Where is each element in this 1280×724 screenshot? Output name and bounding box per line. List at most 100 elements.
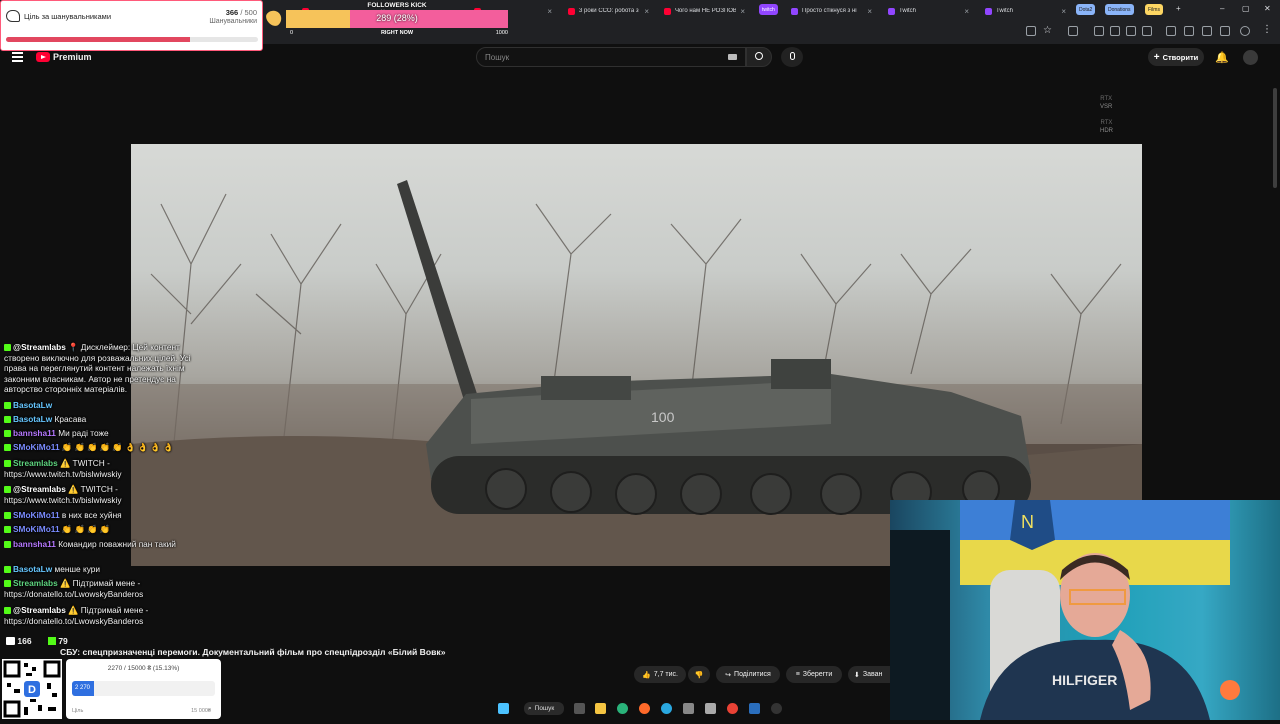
vehicle-number: 100 [651, 409, 675, 425]
chat-nick[interactable]: @Streamlabs [13, 484, 66, 494]
file-explorer-icon[interactable] [595, 703, 606, 714]
bookmark-star-icon[interactable]: ☆ [1043, 25, 1052, 36]
taskbar-search[interactable]: ⌕ Пошук [524, 702, 564, 715]
bookmark-donations[interactable]: Donations [1105, 4, 1134, 15]
share-icon: ↪ [725, 671, 732, 679]
youtube-play-icon [36, 52, 50, 62]
chat-nick[interactable]: SMoKiMo11 [13, 524, 60, 534]
search-button[interactable] [746, 47, 772, 67]
steam-icon[interactable] [749, 703, 760, 714]
share-button[interactable]: ↪ Поділитися [716, 666, 780, 683]
extension-icon[interactable] [1126, 26, 1136, 36]
start-menu-icon[interactable] [498, 703, 509, 714]
donation-panel: 2270 / 15000 ₴ (15.13%) 2 270 Ціль 15 00… [66, 659, 221, 719]
app-icon[interactable] [683, 703, 694, 714]
tab-close-icon[interactable]: × [1061, 7, 1066, 16]
maximize-icon[interactable]: ▢ [1242, 4, 1250, 13]
chrome-icon[interactable] [727, 703, 738, 714]
qr-code-image: D [3, 660, 61, 718]
like-button[interactable]: 👍 7,7 тис. [634, 666, 686, 683]
tab-close-icon[interactable]: × [644, 7, 649, 16]
chat-nick[interactable]: @Streamlabs [13, 605, 66, 615]
minimize-icon[interactable]: – [1220, 4, 1224, 13]
notifications-bell-icon[interactable]: 🔔 [1215, 51, 1229, 64]
logo-premium-text: Premium [53, 52, 92, 62]
save-button[interactable]: ≡ Зберегти [786, 666, 842, 683]
chat-nick[interactable]: SMoKiMo11 [13, 442, 60, 452]
close-window-icon[interactable]: ✕ [1264, 4, 1271, 13]
extension-icon[interactable] [1068, 26, 1078, 36]
chat-nick[interactable]: BasotaLw [13, 400, 52, 410]
tab-close-icon[interactable]: × [867, 7, 872, 16]
bookmark-films[interactable]: Films [1145, 4, 1163, 15]
chat-message: BasotaLw менше кури [4, 564, 214, 575]
create-label: Створити [1162, 52, 1199, 62]
bookmark-dota[interactable]: Dota2 [1076, 4, 1096, 15]
download-icon: ⬇ [854, 671, 860, 679]
firefox-icon[interactable] [639, 703, 650, 714]
search-input[interactable]: Пошук [476, 47, 746, 67]
chat-nick[interactable]: bannsha11 [13, 428, 56, 438]
followers-title: FOLLOWERS KICK [367, 2, 427, 9]
chat-message: SMoKiMo11 👏 👏 👏 👏 👏 👌 👌 👌 👌 [4, 442, 214, 453]
voice-search-button[interactable] [781, 47, 803, 67]
extension-icon[interactable] [1202, 26, 1212, 36]
tab-close-icon[interactable]: × [964, 7, 969, 16]
kick-badge-icon [4, 512, 11, 520]
browser-tab[interactable]: Чого нам НЕ РОЗПОВ × [658, 3, 751, 19]
goal-sublabel: Шанувальники [209, 18, 257, 25]
keyboard-icon[interactable] [728, 54, 737, 60]
kick-badge-icon [4, 460, 11, 468]
extension-icon[interactable] [1166, 26, 1176, 36]
tab-close-icon[interactable]: × [547, 7, 552, 16]
youtube-logo[interactable]: Premium [36, 52, 92, 62]
browser-tab[interactable]: 3 роки ССО: робота з × [562, 3, 655, 19]
tab-title: Просто стікнуся з ні [802, 8, 857, 14]
chat-nick[interactable]: Streamlabs [13, 458, 58, 468]
obs-icon[interactable] [771, 703, 782, 714]
viewer-count-left: 166 [17, 636, 32, 646]
extension-icon[interactable] [1110, 26, 1120, 36]
telegram-icon[interactable] [661, 703, 672, 714]
tab-close-icon[interactable]: × [740, 7, 745, 16]
edge-browser-icon[interactable] [617, 703, 628, 714]
chat-nick[interactable]: @Streamlabs [13, 342, 66, 352]
app-icon[interactable] [705, 703, 716, 714]
profile-avatar-icon[interactable] [1240, 26, 1250, 36]
chat-text: Ми раді тоже [58, 428, 109, 438]
tab-favicon-icon [664, 7, 671, 15]
extension-icon[interactable] [1094, 26, 1104, 36]
chat-text: Красава [54, 414, 87, 424]
hamburger-menu-icon[interactable] [12, 52, 23, 62]
chat-nick[interactable]: BasotaLw [13, 564, 52, 574]
create-button[interactable]: + Створити [1148, 48, 1204, 66]
extension-icon[interactable] [1184, 26, 1194, 36]
chat-nick[interactable]: Streamlabs [13, 578, 58, 588]
chat-text: 👏 👏 👏 👏 👏 👌 👌 👌 👌 [61, 442, 174, 452]
download-button[interactable]: ⬇ Заван [848, 666, 890, 683]
new-tab-icon[interactable]: + [1176, 4, 1181, 13]
chat-message: @Streamlabs 📍 Дисклеймер: Цей контент ст… [4, 342, 214, 395]
extension-icon[interactable] [1142, 26, 1152, 36]
menu-kebab-icon[interactable]: ⋮ [1262, 24, 1272, 35]
chat-nick[interactable]: SMoKiMo11 [13, 510, 60, 520]
bookmark-twitch[interactable]: twitch [759, 4, 778, 15]
browser-tab[interactable]: Twitch × [979, 3, 1072, 19]
cast-icon[interactable] [1026, 26, 1036, 36]
tab-favicon-icon [888, 7, 895, 15]
donation-goal-widget: D 2270 / 15000 ₴ (15.13%) 2 270 Ціль 15 … [0, 657, 221, 720]
chat-nick[interactable]: BasotaLw [13, 414, 52, 424]
donation-bar-value: 2 270 [75, 685, 91, 691]
task-view-icon[interactable] [574, 703, 585, 714]
extension-icon[interactable] [1220, 26, 1230, 36]
page-scrollbar[interactable] [1273, 88, 1277, 188]
chat-nick[interactable]: bannsha11 [13, 539, 56, 549]
browser-tab[interactable]: Twitch × [882, 3, 975, 19]
chat-text: в них все хуйня [61, 510, 122, 520]
kick-badge-icon [4, 430, 11, 438]
browser-tab[interactable]: Просто стікнуся з ні × [785, 3, 878, 19]
account-avatar[interactable] [1243, 50, 1258, 65]
dislike-button[interactable]: 👎 [688, 666, 710, 683]
heart-chat-icon [6, 10, 20, 22]
tab-title: 3 роки ССО: робота з [579, 8, 639, 14]
